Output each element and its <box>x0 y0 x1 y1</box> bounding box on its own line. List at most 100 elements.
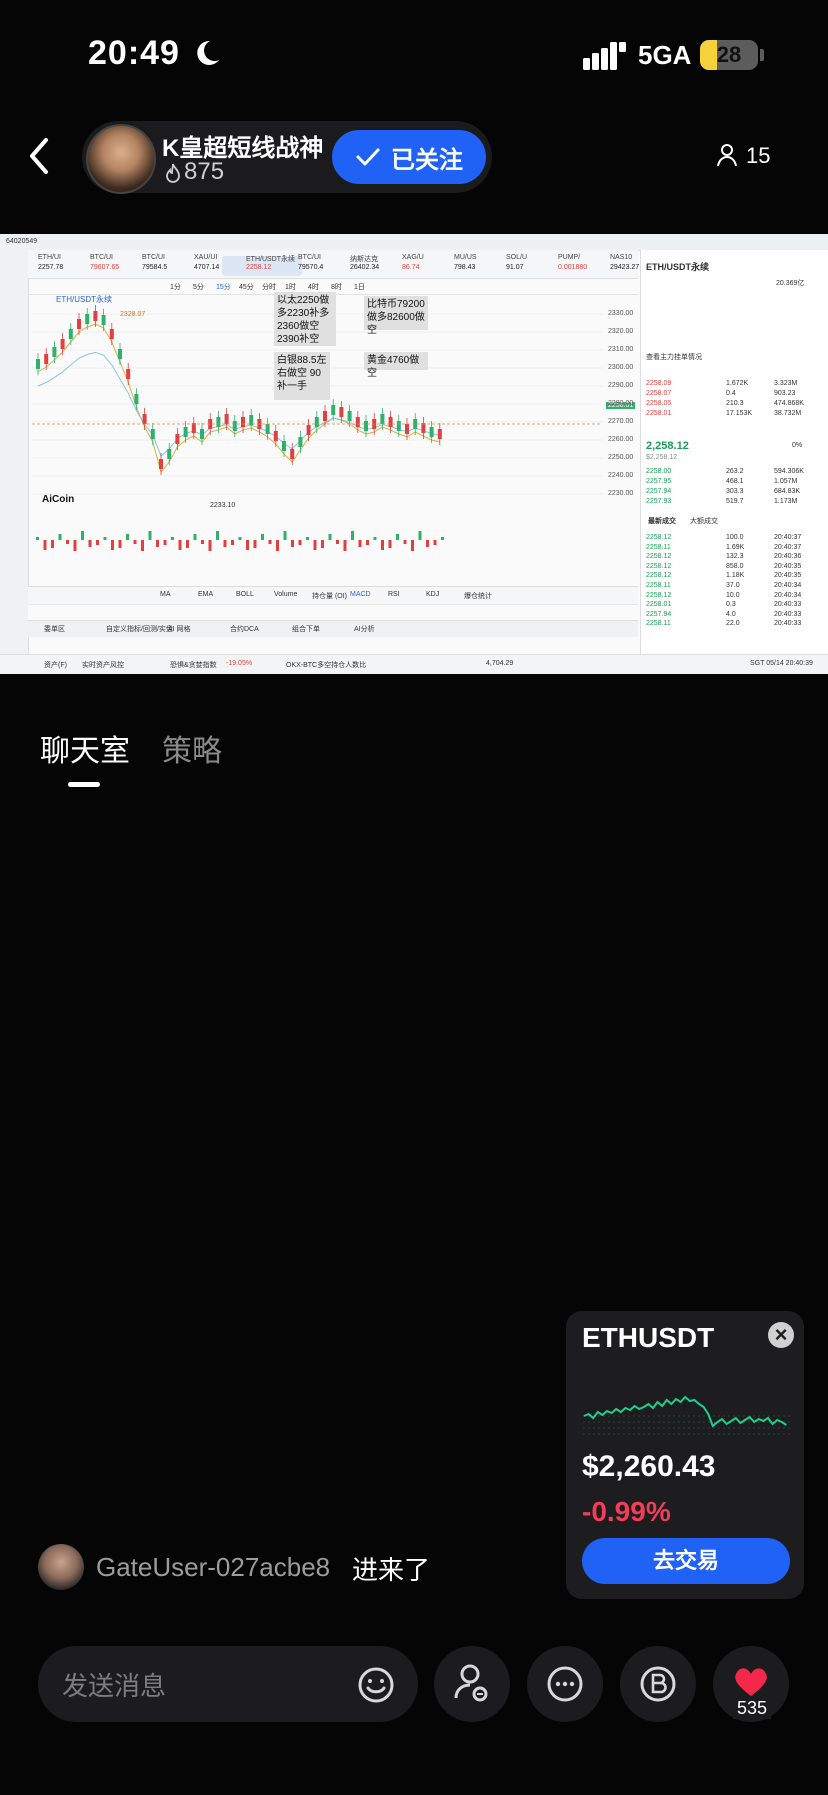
spark-dot <box>703 1415 705 1417</box>
book-qty: 468.1 <box>726 478 744 485</box>
window-id: 64020549 <box>6 238 38 245</box>
macd-bar <box>433 540 437 545</box>
indicator-tab[interactable]: KDJ <box>426 591 439 598</box>
timeframe-tab[interactable]: 5分 <box>193 282 204 292</box>
timeframe-tab[interactable]: 1日 <box>354 282 365 292</box>
timeframe-tab[interactable]: 15分 <box>216 282 231 292</box>
spark-dot <box>623 1415 625 1417</box>
bottom-tab[interactable]: 自定义指标/回测/实盘 <box>106 624 173 634</box>
spark-dot <box>703 1427 705 1429</box>
macd-bar <box>186 540 189 548</box>
indicator-tab[interactable]: 爆仓统计 <box>464 591 492 601</box>
panel-volume: 20.369亿 <box>776 280 805 287</box>
ticker-symbol: MU/US <box>454 254 477 261</box>
spark-dot <box>658 1421 660 1423</box>
user-action-button[interactable] <box>434 1646 510 1722</box>
back-arrow-icon[interactable] <box>26 136 52 176</box>
spark-dot <box>593 1427 595 1429</box>
spark-dot <box>588 1421 590 1423</box>
ticker-price: 798.43 <box>454 264 476 271</box>
trades-tab[interactable]: 最新成交 <box>648 516 676 526</box>
ticker-price: 2257.78 <box>38 264 64 271</box>
ticker-symbol: PUMP/ <box>558 254 581 261</box>
spark-dot <box>693 1415 695 1417</box>
fire-icon <box>166 163 180 183</box>
host-avatar[interactable] <box>86 124 156 194</box>
bottom-tab[interactable]: 合约DCA <box>230 624 259 634</box>
macd-bar <box>328 534 332 540</box>
footer-assets: 资产(F) <box>44 662 67 669</box>
indicator-tab[interactable]: RSI <box>388 591 400 598</box>
macd-bar <box>141 540 144 551</box>
timeframe-tab[interactable]: 45分 <box>239 282 254 292</box>
spark-dot <box>688 1421 690 1423</box>
coin-button[interactable] <box>620 1646 696 1722</box>
book-total: 20:40:34 <box>774 591 802 599</box>
macd-bar <box>133 540 137 544</box>
chat-username[interactable]: GateUser-027acbe8 <box>96 1552 330 1583</box>
price-tick: 2240.00 <box>608 472 634 479</box>
timeframe-tab[interactable]: 8时 <box>331 282 342 292</box>
more-button[interactable] <box>527 1646 603 1722</box>
timeframe-tab[interactable]: 1分 <box>170 282 181 292</box>
tab-strategy[interactable]: 策略 <box>162 726 222 770</box>
macd-bar <box>313 540 317 550</box>
trade-button[interactable]: 去交易 <box>582 1538 790 1584</box>
spark-dot <box>663 1421 665 1423</box>
indicator-tab[interactable]: MA <box>160 591 171 598</box>
trades-tab-large[interactable]: 大额成交 <box>690 516 718 526</box>
bottom-tab[interactable]: 组合下单 <box>292 624 320 634</box>
spark-dot <box>663 1415 665 1417</box>
book-qty: 858.0 <box>726 562 744 570</box>
annotation-silver: 白银88.5左右做空 90补一手 <box>274 352 330 400</box>
macd-bar <box>441 537 444 540</box>
timeframe-tab[interactable]: 1时 <box>285 282 296 292</box>
tab-chat[interactable]: 聊天室 <box>40 726 130 770</box>
ticker-symbol: BTC/UI <box>298 254 321 261</box>
spark-dot <box>633 1427 635 1429</box>
book-qty: 22.0 <box>726 620 740 628</box>
book-qty: 100.0 <box>726 534 744 541</box>
macd-bar <box>73 540 77 551</box>
spark-dot <box>768 1415 770 1417</box>
bottom-tab[interactable]: AI 网格 <box>168 624 191 634</box>
spark-dot <box>683 1415 685 1417</box>
spark-dot <box>718 1427 720 1429</box>
spark-dot <box>738 1427 740 1429</box>
bottom-tab[interactable]: 委单区 <box>44 624 65 634</box>
spark-dot <box>598 1421 600 1423</box>
book-total: 1.173M <box>774 498 798 505</box>
spark-dot <box>773 1415 775 1417</box>
battery-icon: 28 <box>700 40 758 70</box>
close-icon[interactable]: × <box>768 1322 794 1348</box>
indicator-tab[interactable]: EMA <box>198 591 213 598</box>
follow-button[interactable]: 已关注 <box>332 130 486 184</box>
price-tick: 2230.00 <box>608 490 634 497</box>
ticker-price: 79570.4 <box>298 264 324 271</box>
book-price: 2258.07 <box>646 390 672 397</box>
macd-bar <box>201 540 204 544</box>
emoji-icon[interactable] <box>357 1666 395 1704</box>
spark-dot <box>598 1415 600 1417</box>
macd-bar <box>238 537 242 540</box>
spark-dot <box>713 1427 715 1429</box>
indicator-tab[interactable]: 持仓量 (OI) <box>312 591 347 601</box>
book-qty: 17.153K <box>726 410 753 417</box>
spark-dot <box>728 1415 730 1417</box>
user-avatar[interactable] <box>38 1544 84 1590</box>
indicator-tab[interactable]: MACD <box>350 591 371 598</box>
indicator-tab[interactable]: Volume <box>274 591 297 598</box>
bottom-tab[interactable]: AI分析 <box>354 624 375 634</box>
spark-dot <box>688 1427 690 1429</box>
timeframe-tab[interactable]: 4时 <box>308 282 319 292</box>
host-heat: 875 <box>184 158 225 185</box>
spark-dot <box>623 1421 625 1423</box>
spark-dot <box>648 1415 650 1417</box>
timeframe-tab[interactable]: 分时 <box>262 282 276 292</box>
book-total: 20:40:35 <box>774 562 802 570</box>
footer-fear-value: -19.05% <box>226 660 253 667</box>
indicator-tab[interactable]: BOLL <box>236 591 254 598</box>
spark-dot <box>613 1415 615 1417</box>
spark-dot <box>763 1427 765 1429</box>
spark-dot <box>673 1415 675 1417</box>
